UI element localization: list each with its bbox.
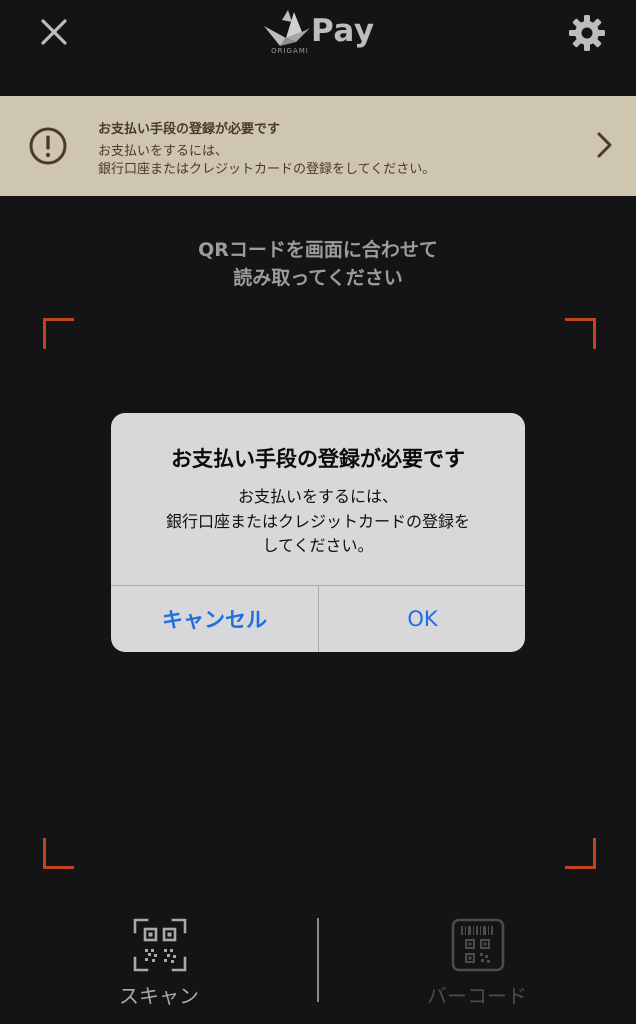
alert-message-line2: 銀行口座またはクレジットカードの登録を [165, 512, 470, 531]
viewfinder-corner-top-right [565, 318, 596, 349]
warning-icon [29, 127, 67, 165]
ok-button[interactable]: OK [319, 586, 525, 652]
viewfinder-corner-top-left [43, 318, 74, 349]
cancel-button[interactable]: キャンセル [111, 586, 318, 652]
qr-scan-icon [133, 918, 187, 972]
scan-instruction: QRコードを画面に合わせて 読み取ってください [0, 236, 636, 292]
barcode-icon [451, 918, 505, 972]
scan-tab[interactable]: スキャン [59, 914, 259, 1014]
viewfinder-corner-bottom-left [43, 838, 74, 869]
alert-message-line1: お支払いをするには、 [237, 487, 398, 506]
toolbar-divider [317, 918, 319, 1002]
payment-warning-banner[interactable]: お支払い手段の登録が必要です お支払いをするには、 銀行口座またはクレジットカー… [0, 96, 636, 196]
chevron-right-icon [597, 132, 612, 158]
banner-message-line2: 銀行口座またはクレジットカードの登録をしてください。 [98, 162, 436, 177]
banner-title: お支払い手段の登録が必要です [98, 122, 281, 137]
origami-pay-logo: Pay ORIGAMI [262, 8, 376, 58]
close-icon [41, 19, 67, 45]
barcode-tab[interactable]: バーコード [377, 914, 577, 1014]
banner-message-line1: お支払いをするには、 [98, 144, 229, 159]
barcode-tab-label: バーコード [427, 984, 527, 1008]
crane-logo-icon [264, 10, 310, 46]
scan-instruction-line1: QRコードを画面に合わせて [198, 239, 438, 261]
logo-text: Pay [311, 13, 375, 49]
payment-required-alert: お支払い手段の登録が必要です お支払いをするには、 銀行口座またはクレジットカー… [111, 413, 525, 652]
gear-icon [569, 15, 605, 51]
scan-screen: Pay ORIGAMI お支払い手段の登録が必要です お支払いをするには、 銀行… [0, 0, 636, 1024]
scan-instruction-line2: 読み取ってください [233, 267, 403, 289]
settings-button[interactable] [566, 12, 608, 54]
alert-message-line3: してください。 [262, 536, 374, 555]
scan-tab-label: スキャン [119, 984, 199, 1008]
viewfinder-corner-bottom-right [565, 838, 596, 869]
top-bar: Pay ORIGAMI [0, 0, 636, 96]
close-button[interactable] [34, 12, 74, 52]
logo-subtext: ORIGAMI [271, 47, 309, 55]
alert-title: お支払い手段の登録が必要です [171, 447, 465, 471]
